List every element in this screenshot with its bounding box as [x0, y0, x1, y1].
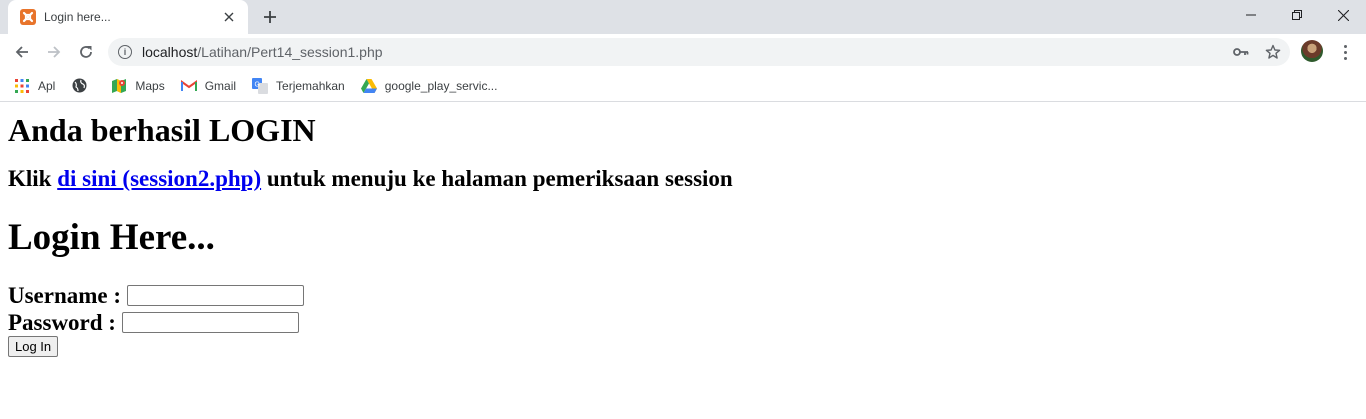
bookmark-apps[interactable]: Apl [14, 74, 55, 98]
arrow-right-icon [48, 46, 61, 58]
url-text[interactable]: localhost/Latihan/Pert14_session1.php [142, 44, 383, 60]
xampp-favicon-icon [20, 9, 36, 25]
url-host: localhost [142, 44, 198, 60]
browser-toolbar: i localhost/Latihan/Pert14_session1.php [0, 34, 1366, 70]
forward-button[interactable] [40, 38, 68, 66]
bookmark-gmail[interactable]: Gmail [180, 74, 237, 98]
browser-menu-icon[interactable] [1334, 40, 1356, 64]
password-row: Password : [8, 309, 1358, 336]
reload-icon [80, 46, 92, 58]
reload-button[interactable] [72, 38, 100, 66]
restore-icon [1292, 10, 1302, 20]
arrow-left-icon [15, 46, 28, 58]
bookmarks-bar: Apl Maps Gmail G Terjemahkan google_play… [0, 70, 1366, 102]
apps-grid-icon [14, 78, 30, 94]
username-input[interactable] [127, 285, 305, 306]
klik-suffix: untuk menuju ke halaman pemeriksaan sess… [266, 166, 733, 191]
gmail-icon [180, 78, 197, 94]
address-bar[interactable]: i localhost/Latihan/Pert14_session1.php [108, 38, 1290, 66]
key-icon[interactable] [1232, 43, 1250, 61]
new-tab-button[interactable] [258, 6, 282, 28]
translate-icon: G [252, 77, 269, 94]
close-icon [1337, 9, 1349, 21]
password-label: Password : [8, 310, 116, 335]
login-form: Username : Password : Log In [8, 282, 1358, 357]
bookmark-label: google_play_servic... [384, 78, 498, 93]
bookmark-label: Apl [38, 78, 56, 93]
bookmark-label: Gmail [204, 78, 237, 93]
star-icon[interactable] [1264, 43, 1282, 61]
bookmark-label: Maps [135, 78, 165, 93]
browser-tab[interactable]: Login here... [8, 0, 248, 34]
bookmark-globe[interactable] [71, 74, 95, 98]
bookmark-label: Terjemahkan [276, 78, 345, 93]
svg-text:G: G [255, 81, 260, 88]
tab-close-icon[interactable] [220, 8, 238, 26]
username-row: Username : [8, 282, 1358, 309]
klik-prefix: Klik [8, 166, 52, 191]
bookmark-google-play-services[interactable]: google_play_servic... [360, 74, 498, 98]
window-controls [1228, 0, 1366, 34]
tab-strip: Login here... [0, 0, 1366, 34]
globe-icon [71, 78, 87, 94]
success-heading: Anda berhasil LOGIN [8, 112, 316, 148]
page-content: Anda berhasil LOGIN Klik di sini (sessio… [0, 112, 1366, 357]
maps-icon [111, 78, 127, 94]
back-button[interactable] [8, 38, 36, 66]
site-info-icon[interactable]: i [118, 45, 132, 59]
username-label: Username : [8, 283, 122, 308]
form-title: Login Here... [8, 217, 215, 258]
minimize-icon [1246, 14, 1256, 16]
bookmark-maps[interactable]: Maps [111, 74, 165, 98]
plus-icon [264, 11, 276, 23]
login-button[interactable]: Log In [8, 336, 59, 357]
session-link-line: Klik di sini (session2.php) untuk menuju… [8, 165, 1358, 192]
password-input[interactable] [121, 312, 299, 333]
session2-link[interactable]: di sini (session2.php) [57, 166, 261, 191]
close-window-button[interactable] [1320, 0, 1366, 30]
tab-title: Login here... [44, 10, 111, 24]
bookmark-translate[interactable]: G Terjemahkan [252, 74, 345, 98]
url-path: /Latihan/Pert14_session1.php [197, 44, 383, 60]
restore-button[interactable] [1274, 0, 1320, 30]
drive-icon [360, 78, 377, 94]
profile-avatar[interactable] [1301, 40, 1323, 62]
minimize-button[interactable] [1228, 0, 1274, 30]
